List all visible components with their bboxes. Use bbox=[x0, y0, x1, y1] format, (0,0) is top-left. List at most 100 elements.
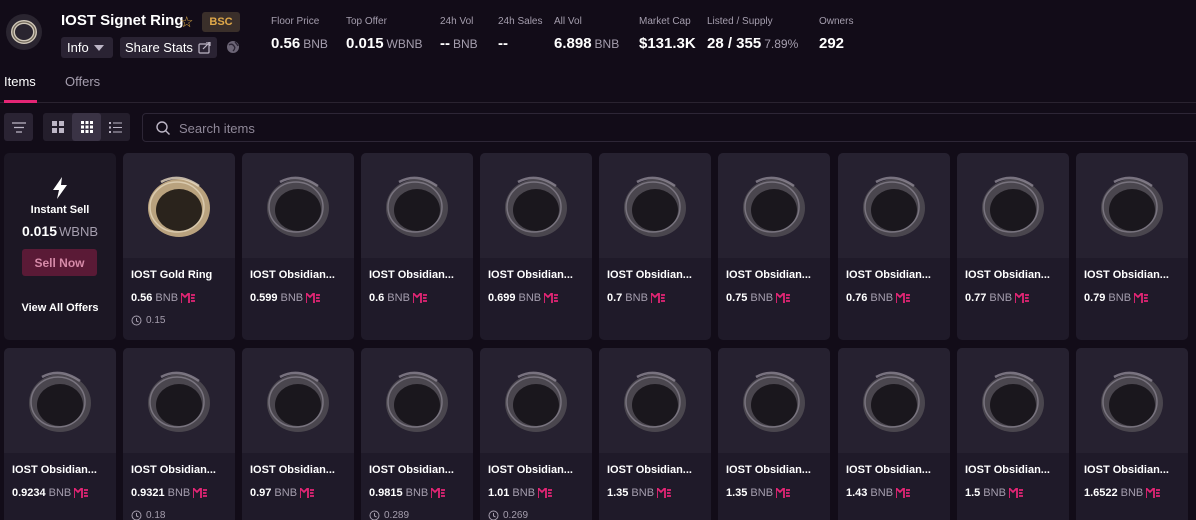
item-name: IOST Obsidian... bbox=[488, 269, 573, 281]
item-price-unit: BNB bbox=[750, 292, 774, 304]
item-price-unit: BNB bbox=[870, 487, 894, 499]
item-card[interactable]: IOST Obsidian... 1.01 BNB 0.269 bbox=[480, 348, 592, 520]
item-card[interactable]: IOST Obsidian... 0.9234 BNB bbox=[4, 348, 116, 520]
item-card[interactable]: IOST Obsidian... 0.6 BNB bbox=[361, 153, 473, 340]
last-sale-icon bbox=[369, 510, 380, 520]
item-image[interactable] bbox=[718, 348, 830, 453]
collection-title: IOST Signet Ring bbox=[61, 12, 184, 29]
item-price-unit: BNB bbox=[989, 292, 1013, 304]
item-card[interactable]: IOST Obsidian... 1.5 BNB bbox=[957, 348, 1069, 520]
me-logo-icon bbox=[776, 488, 791, 498]
item-price-unit: BNB bbox=[512, 487, 536, 499]
me-logo-icon bbox=[431, 488, 446, 498]
view-all-offers-link[interactable]: View All Offers bbox=[4, 302, 116, 314]
me-logo-icon bbox=[896, 488, 911, 498]
item-last-sale: 0.15 bbox=[131, 315, 165, 326]
item-name: IOST Obsidian... bbox=[250, 464, 335, 476]
me-logo-icon bbox=[776, 293, 791, 303]
item-card[interactable]: IOST Obsidian... 0.75 BNB bbox=[718, 153, 830, 340]
item-image[interactable] bbox=[599, 153, 711, 258]
stat-value: 28 / 355 bbox=[707, 35, 762, 52]
item-image[interactable] bbox=[123, 153, 235, 258]
view-toggle-group bbox=[43, 113, 130, 141]
sell-now-button[interactable]: Sell Now bbox=[22, 249, 97, 276]
me-logo-icon bbox=[1134, 293, 1149, 303]
item-image[interactable] bbox=[1076, 348, 1188, 453]
item-card[interactable]: IOST Obsidian... 0.97 BNB bbox=[242, 348, 354, 520]
me-logo-icon bbox=[181, 293, 196, 303]
item-price-value: 0.79 bbox=[1084, 292, 1106, 304]
item-image[interactable] bbox=[838, 348, 950, 453]
item-card[interactable]: IOST Obsidian... 0.699 BNB bbox=[480, 153, 592, 340]
item-image[interactable] bbox=[480, 348, 592, 453]
filter-button[interactable] bbox=[4, 113, 33, 141]
item-card[interactable]: IOST Obsidian... 0.77 BNB bbox=[957, 153, 1069, 340]
item-image[interactable] bbox=[718, 153, 830, 258]
item-card[interactable]: IOST Gold Ring 0.56 BNB 0.15 bbox=[123, 153, 235, 340]
instant-sell-unit: WBNB bbox=[59, 224, 99, 239]
item-card[interactable]: IOST Obsidian... 0.599 BNB bbox=[242, 153, 354, 340]
star-icon[interactable]: ☆ bbox=[180, 13, 193, 31]
item-image[interactable] bbox=[4, 348, 116, 453]
item-card[interactable]: IOST Obsidian... 1.35 BNB bbox=[599, 348, 711, 520]
item-card[interactable]: IOST Obsidian... 1.35 BNB bbox=[718, 348, 830, 520]
last-sale-icon bbox=[131, 315, 142, 326]
item-price-unit: BNB bbox=[155, 292, 179, 304]
item-price-value: 0.76 bbox=[846, 292, 868, 304]
item-price-unit: BNB bbox=[983, 487, 1006, 499]
item-card[interactable]: IOST Obsidian... 0.9321 BNB 0.18 bbox=[123, 348, 235, 520]
ring-logo-icon bbox=[11, 20, 37, 44]
item-price: 0.9321 BNB bbox=[131, 487, 208, 499]
item-card[interactable]: IOST Obsidian... 1.43 BNB bbox=[838, 348, 950, 520]
item-card[interactable]: IOST Obsidian... 0.76 BNB bbox=[838, 153, 950, 340]
stat-unit: BNB bbox=[453, 37, 478, 51]
stat-label: Top Offer bbox=[346, 16, 387, 27]
view-grid-small-button[interactable] bbox=[72, 113, 101, 141]
item-price-value: 1.43 bbox=[846, 487, 868, 499]
item-card[interactable]: IOST Obsidian... 1.6522 BNB bbox=[1076, 348, 1188, 520]
info-dropdown-button[interactable]: Info bbox=[61, 37, 113, 58]
item-image[interactable] bbox=[361, 153, 473, 258]
item-price-value: 1.5 bbox=[965, 487, 981, 499]
item-image[interactable] bbox=[957, 348, 1069, 453]
search-input[interactable] bbox=[179, 119, 1079, 137]
collection-logo[interactable] bbox=[6, 14, 42, 50]
item-card[interactable]: IOST Obsidian... 0.79 BNB bbox=[1076, 153, 1188, 340]
me-logo-icon bbox=[412, 293, 427, 303]
item-image[interactable] bbox=[242, 153, 354, 258]
tab-offers[interactable]: Offers bbox=[65, 74, 100, 89]
obsidian-ring-image bbox=[386, 371, 448, 432]
item-price: 0.7 BNB bbox=[607, 292, 665, 304]
me-logo-icon bbox=[896, 293, 911, 303]
item-image[interactable] bbox=[957, 153, 1069, 258]
me-logo-icon bbox=[657, 488, 672, 498]
item-price-unit: BNB bbox=[48, 487, 72, 499]
item-card[interactable]: IOST Obsidian... 0.9815 BNB 0.289 bbox=[361, 348, 473, 520]
item-image[interactable] bbox=[599, 348, 711, 453]
item-image[interactable] bbox=[242, 348, 354, 453]
item-price: 0.6 BNB bbox=[369, 292, 427, 304]
item-image[interactable] bbox=[838, 153, 950, 258]
share-stats-button[interactable]: Share Stats bbox=[120, 37, 217, 58]
stat-value: 6.898 bbox=[554, 35, 592, 52]
item-price-value: 0.699 bbox=[488, 292, 516, 304]
obsidian-ring-image bbox=[863, 371, 925, 432]
bolt-icon bbox=[53, 177, 67, 199]
item-price-unit: BNB bbox=[167, 487, 191, 499]
item-image[interactable] bbox=[480, 153, 592, 258]
item-card[interactable]: IOST Obsidian... 0.7 BNB bbox=[599, 153, 711, 340]
tab-items[interactable]: Items bbox=[4, 74, 36, 89]
globe-icon[interactable] bbox=[226, 40, 240, 54]
obsidian-ring-image bbox=[1101, 176, 1163, 237]
stat-value: -- bbox=[440, 35, 450, 52]
obsidian-ring-image bbox=[982, 371, 1044, 432]
stat-unit: 7.89% bbox=[764, 37, 799, 51]
view-grid-large-button[interactable] bbox=[43, 113, 72, 141]
item-name: IOST Obsidian... bbox=[131, 464, 216, 476]
stat-value: 0.56 bbox=[271, 35, 301, 52]
view-list-button[interactable] bbox=[101, 113, 130, 141]
item-image[interactable] bbox=[361, 348, 473, 453]
item-image[interactable] bbox=[1076, 153, 1188, 258]
stat-all-vol: All Vol 6.898 BNB bbox=[554, 16, 619, 52]
item-image[interactable] bbox=[123, 348, 235, 453]
